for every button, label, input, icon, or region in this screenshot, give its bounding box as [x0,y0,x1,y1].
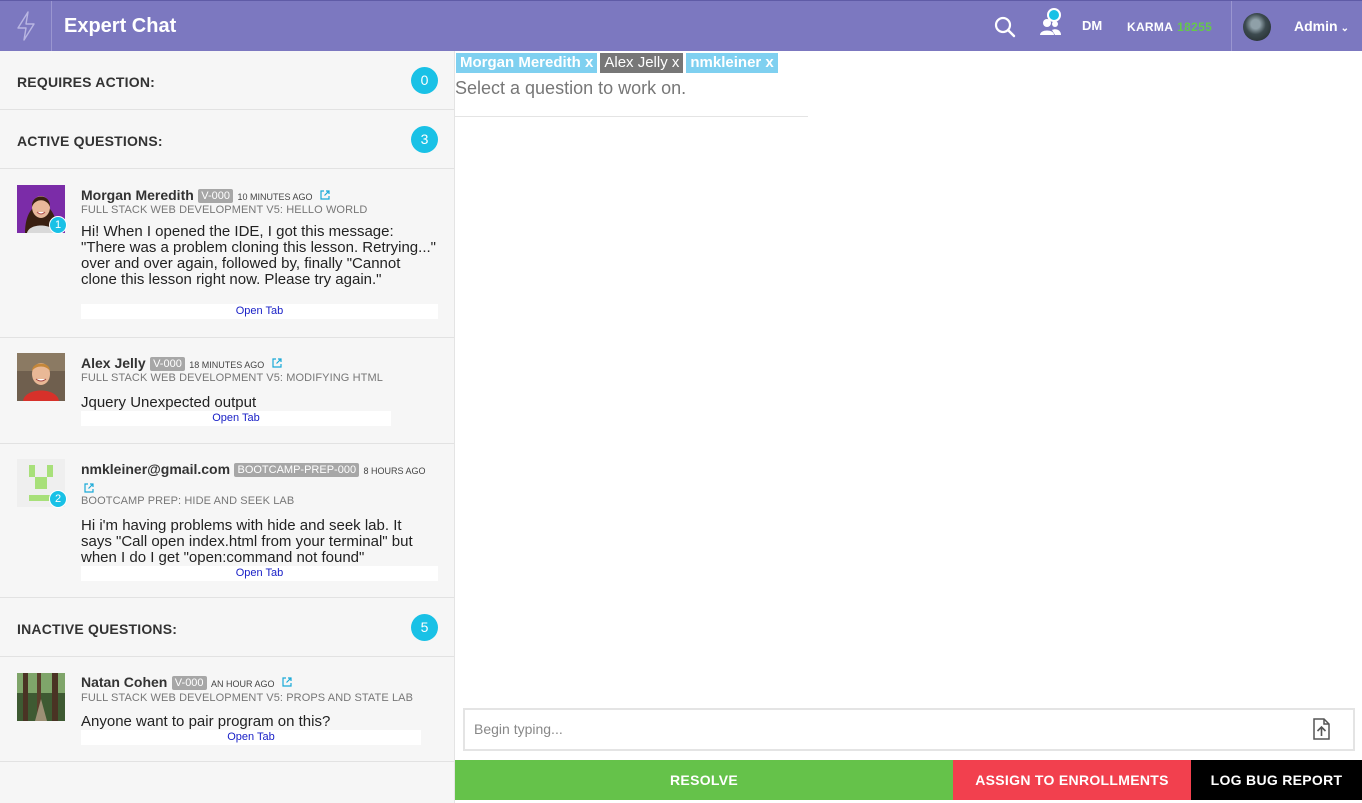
open-tab-link[interactable]: Open Tab [81,411,391,426]
unread-badge: 1 [49,216,67,234]
question-meta: Alex Jelly V-000 18 MINUTES AGO [81,355,282,373]
section-label: REQUIRES ACTION: [17,74,156,90]
dm-link[interactable]: DM [1082,18,1102,33]
cohort-tag: BOOTCAMP-PREP-000 [234,463,360,477]
person-avatar-image [17,353,65,401]
karma: KARMA 18255 [1127,20,1212,34]
question-text: Hi! When I opened the IDE, I got this me… [81,223,436,288]
karma-label: KARMA [1127,20,1174,34]
question-meta: Natan Cohen V-000 AN HOUR AGO [81,674,292,692]
question-item[interactable]: 1 Morgan Meredith V-000 10 MINUTES AGO F… [0,169,454,338]
section-inactive-questions[interactable]: INACTIVE QUESTIONS: 5 [0,598,454,657]
section-active-questions[interactable]: ACTIVE QUESTIONS: 3 [0,110,454,169]
asker-name: Morgan Meredith [81,187,194,203]
chevron-down-icon: ⌄ [1340,23,1349,34]
course-name: FULL STACK WEB DEVELOPMENT V5: MODIFYING… [81,372,383,384]
question-item[interactable]: 2 nmkleiner@gmail.com BOOTCAMP-PREP-000 … [0,444,454,598]
app-title: Expert Chat [64,15,177,37]
assign-to-enrollments-button[interactable]: ASSIGN TO ENROLLMENTS [953,760,1191,800]
open-tab-link[interactable]: Open Tab [81,304,438,319]
cohort-tag: V-000 [171,676,207,690]
top-bar: Expert Chat DM KARMA 18255 Admin ⌄ [0,0,1362,51]
open-question-tabs: Morgan Meredith x Alex Jelly x nmkleiner… [456,53,778,73]
question-item[interactable]: Natan Cohen V-000 AN HOUR AGO FULL STACK… [0,657,454,762]
count-badge: 3 [411,126,438,153]
question-text: Jquery Unexpected output [81,394,257,411]
asker-name: Alex Jelly [81,355,146,371]
question-sidebar[interactable]: REQUIRES ACTION: 0 ACTIVE QUESTIONS: 3 1… [0,51,455,803]
section-requires-action[interactable]: REQUIRES ACTION: 0 [0,51,454,110]
course-name: BOOTCAMP PREP: HIDE AND SEEK LAB [81,495,295,507]
open-tab-link[interactable]: Open Tab [81,730,421,745]
search-icon[interactable] [994,16,1016,38]
external-link-icon[interactable] [320,190,330,200]
empty-state-prompt: Select a question to work on. [455,78,687,98]
header-divider [1231,1,1232,51]
course-name: FULL STACK WEB DEVELOPMENT V5: PROPS AND… [81,692,414,704]
question-text: Anyone want to pair program on this? [81,713,331,730]
avatar [17,353,65,401]
question-meta: Morgan Meredith V-000 10 MINUTES AGO [81,187,330,205]
timestamp: AN HOUR AGO [211,679,275,689]
avatar [17,673,65,721]
course-name: FULL STACK WEB DEVELOPMENT V5: HELLO WOR… [81,204,368,216]
presence-dot [1047,8,1061,22]
timestamp: 10 MINUTES AGO [237,192,313,202]
message-input[interactable] [474,719,1294,739]
cohort-tag: V-000 [150,357,185,371]
question-meta: nmkleiner@gmail.com BOOTCAMP-PREP-000 8 … [81,461,431,497]
asker-name: nmkleiner@gmail.com [81,461,231,477]
bolt-icon [16,11,35,41]
section-label: ACTIVE QUESTIONS: [17,133,163,149]
cohort-tag: V-000 [198,189,233,203]
section-label: INACTIVE QUESTIONS: [17,621,178,637]
question-tab-pill[interactable]: Morgan Meredith x [456,53,598,73]
user-menu[interactable]: Admin ⌄ [1294,18,1349,34]
avatar: 2 [17,459,67,508]
user-avatar[interactable] [1243,13,1271,41]
karma-value: 18255 [1177,20,1213,34]
external-link-icon[interactable] [84,483,94,493]
composer [463,708,1355,751]
action-bar: RESOLVE ASSIGN TO ENROLLMENTS LOG BUG RE… [455,760,1362,800]
timestamp: 18 MINUTES AGO [189,360,265,370]
divider [455,116,808,117]
question-item[interactable]: Alex Jelly V-000 18 MINUTES AGO FULL STA… [0,338,454,444]
external-link-icon[interactable] [282,677,292,687]
forest-avatar-image [17,673,65,721]
question-tab-pill[interactable]: nmkleiner x [686,53,778,73]
upload-icon[interactable] [1307,716,1333,742]
log-bug-report-button[interactable]: LOG BUG REPORT [1191,760,1362,800]
users-button[interactable] [1038,8,1064,39]
avatar: 1 [17,185,67,234]
count-badge: 0 [411,67,438,94]
asker-name: Natan Cohen [81,674,168,690]
external-link-icon[interactable] [272,358,282,368]
logo[interactable] [0,1,52,51]
open-tab-link[interactable]: Open Tab [81,566,438,581]
question-text: Hi i'm having problems with hide and see… [81,517,413,566]
user-menu-label: Admin [1294,18,1338,34]
resolve-button[interactable]: RESOLVE [455,760,953,800]
question-tab-pill[interactable]: Alex Jelly x [600,53,684,73]
count-badge: 5 [411,614,438,641]
timestamp: 8 HOURS AGO [363,466,426,476]
unread-badge: 2 [49,490,67,508]
